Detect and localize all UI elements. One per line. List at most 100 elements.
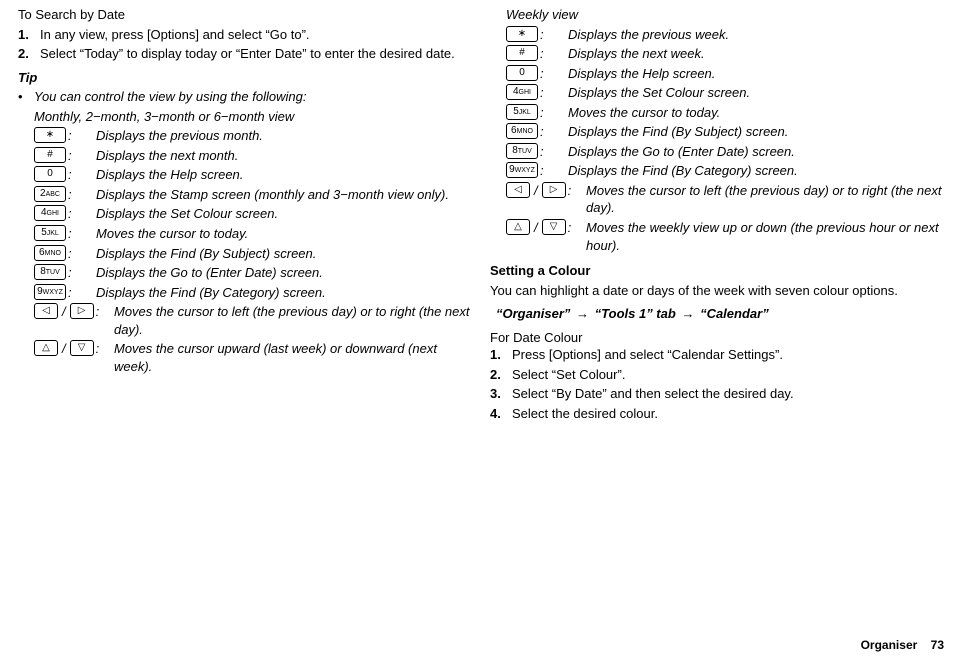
step-number: 2. — [18, 45, 40, 63]
key-desc: Displays the Go to (Enter Date) screen. — [568, 143, 944, 161]
key-0-icon: 0 — [506, 65, 538, 81]
step-text: Select “By Date” and then select the des… — [512, 385, 944, 403]
step-text: Select “Today” to display today or “Ente… — [40, 45, 472, 63]
key-desc: Displays the previous week. — [568, 26, 944, 44]
key-row: 0: Displays the Help screen. — [34, 166, 472, 184]
search-by-date-title: To Search by Date — [18, 6, 472, 24]
step-text: In any view, press [Options] and select … — [40, 26, 472, 44]
key-4-icon: 4GHI — [506, 84, 538, 100]
search-steps-list: 1. In any view, press [Options] and sele… — [18, 26, 472, 63]
key-desc: Moves the cursor to today. — [568, 104, 944, 122]
key-row: #: Displays the next month. — [34, 147, 472, 165]
step-1: 1. In any view, press [Options] and sele… — [18, 26, 472, 44]
key-4-icon: 4GHI — [34, 205, 66, 221]
key-desc: Moves the cursor to left (the previous d… — [586, 182, 944, 217]
key-desc: Displays the Find (By Subject) screen. — [568, 123, 944, 141]
key-row: 4GHI: Displays the Set Colour screen. — [34, 205, 472, 223]
tip-line: You can control the view by using the fo… — [34, 88, 306, 106]
step-number: 4. — [490, 405, 512, 423]
up-arrow-icon: △ — [34, 340, 58, 356]
key-desc: Displays the Help screen. — [96, 166, 472, 184]
key-desc: Displays the Find (By Subject) screen. — [96, 245, 472, 263]
step-number: 1. — [490, 346, 512, 364]
key-row: 8TUV: Displays the Go to (Enter Date) sc… — [506, 143, 944, 161]
up-arrow-icon: △ — [506, 219, 530, 235]
colour-steps-list: 1. Press [Options] and select “Calendar … — [490, 346, 944, 422]
page-number: 73 — [931, 638, 944, 652]
key-desc: Displays the Set Colour screen. — [568, 84, 944, 102]
key-desc: Displays the Help screen. — [568, 65, 944, 83]
key-desc: Displays the next month. — [96, 147, 472, 165]
key-desc: Displays the Find (By Category) screen. — [96, 284, 472, 302]
right-column: Weekly view ∗: Displays the previous wee… — [490, 6, 944, 625]
key-row: 2ABC: Displays the Stamp screen (monthly… — [34, 186, 472, 204]
key-row: ∗: Displays the previous month. — [34, 127, 472, 145]
key-6-icon: 6MNO — [34, 245, 66, 261]
step-text: Select “Set Colour”. — [512, 366, 944, 384]
key-row: ◁ / ▷ : Moves the cursor to left (the pr… — [34, 303, 472, 338]
path-part-2: “Tools 1” tab — [595, 306, 676, 321]
key-desc: Moves the weekly view up or down (the pr… — [586, 219, 944, 254]
key-row: 6MNO: Displays the Find (By Subject) scr… — [34, 245, 472, 263]
key-row: ◁ / ▷ : Moves the cursor to left (the pr… — [506, 182, 944, 217]
key-6-icon: 6MNO — [506, 123, 538, 139]
key-8-icon: 8TUV — [506, 143, 538, 159]
key-2-icon: 2ABC — [34, 186, 66, 202]
footer-section: Organiser — [861, 638, 918, 652]
step-4: 4. Select the desired colour. — [490, 405, 944, 423]
step-number: 3. — [490, 385, 512, 403]
bullet-dot: • — [18, 88, 34, 106]
key-row: △ / ▽ : Moves the weekly view up or down… — [506, 219, 944, 254]
down-arrow-icon: ▽ — [70, 340, 94, 356]
step-number: 1. — [18, 26, 40, 44]
step-3: 3. Select “By Date” and then select the … — [490, 385, 944, 403]
key-9-icon: 9WXYZ — [34, 284, 66, 300]
key-desc: Displays the Find (By Category) screen. — [568, 162, 944, 180]
key-row: 0: Displays the Help screen. — [506, 65, 944, 83]
key-row: #: Displays the next week. — [506, 45, 944, 63]
key-8-icon: 8TUV — [34, 264, 66, 280]
arrow-right-icon: → — [576, 305, 589, 323]
page-footer: Organiser 73 — [18, 625, 944, 659]
left-arrow-icon: ◁ — [506, 182, 530, 198]
left-column: To Search by Date 1. In any view, press … — [18, 6, 472, 625]
step-2: 2. Select “Set Colour”. — [490, 366, 944, 384]
arrow-right-icon: → — [681, 305, 694, 323]
two-column-layout: To Search by Date 1. In any view, press … — [18, 6, 944, 625]
setting-colour-body: You can highlight a date or days of the … — [490, 282, 944, 300]
nav-path: “Organiser” → “Tools 1” tab → “Calendar” — [496, 305, 944, 323]
setting-colour-title: Setting a Colour — [490, 262, 944, 280]
key-desc: Displays the Go to (Enter Date) screen. — [96, 264, 472, 282]
key-hash-icon: # — [34, 147, 66, 163]
key-desc: Displays the next week. — [568, 45, 944, 63]
key-desc: Displays the Stamp screen (monthly and 3… — [96, 186, 472, 204]
key-row: 6MNO: Displays the Find (By Subject) scr… — [506, 123, 944, 141]
key-row: 8TUV: Displays the Go to (Enter Date) sc… — [34, 264, 472, 282]
key-row: 5JKL: Moves the cursor to today. — [506, 104, 944, 122]
monthly-view-subhead: Monthly, 2−month, 3−month or 6−month vie… — [34, 108, 472, 126]
page: To Search by Date 1. In any view, press … — [0, 0, 962, 659]
path-part-3: “Calendar” — [700, 306, 769, 321]
key-row: 9WXYZ: Displays the Find (By Category) s… — [506, 162, 944, 180]
left-arrow-icon: ◁ — [34, 303, 58, 319]
key-desc: Moves the cursor to today. — [96, 225, 472, 243]
down-arrow-icon: ▽ — [542, 219, 566, 235]
key-row: 4GHI: Displays the Set Colour screen. — [506, 84, 944, 102]
key-asterisk-icon: ∗ — [34, 127, 66, 143]
right-arrow-icon: ▷ — [70, 303, 94, 319]
step-text: Select the desired colour. — [512, 405, 944, 423]
step-1: 1. Press [Options] and select “Calendar … — [490, 346, 944, 364]
path-part-1: “Organiser” — [496, 306, 570, 321]
step-text: Press [Options] and select “Calendar Set… — [512, 346, 944, 364]
key-5-icon: 5JKL — [34, 225, 66, 241]
key-9-icon: 9WXYZ — [506, 162, 538, 178]
key-desc: Displays the previous month. — [96, 127, 472, 145]
key-asterisk-icon: ∗ — [506, 26, 538, 42]
key-0-icon: 0 — [34, 166, 66, 182]
tip-heading: Tip — [18, 69, 472, 87]
key-desc: Moves the cursor to left (the previous d… — [114, 303, 472, 338]
key-5-icon: 5JKL — [506, 104, 538, 120]
key-row: 5JKL: Moves the cursor to today. — [34, 225, 472, 243]
step-number: 2. — [490, 366, 512, 384]
key-row: ∗: Displays the previous week. — [506, 26, 944, 44]
